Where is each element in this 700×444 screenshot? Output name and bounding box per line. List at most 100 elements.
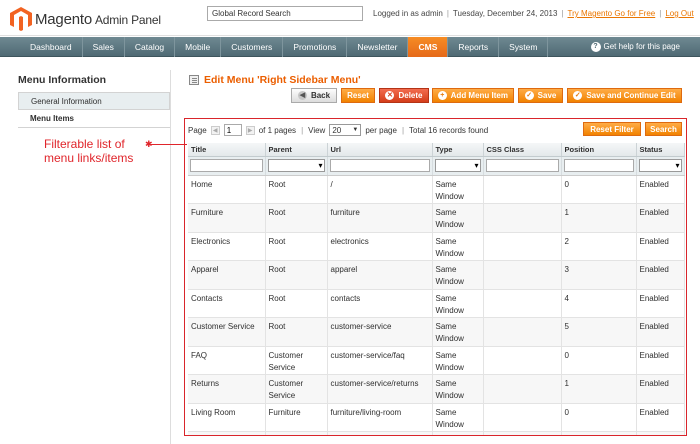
table-row[interactable]: Electronics Root electronics Same Window 2 En…	[188, 232, 685, 261]
cell-title: Electronics	[188, 232, 266, 261]
add-menu-item-label: Add Menu Item	[450, 91, 508, 100]
table-row[interactable]: Customer Service Root customer-service Same…	[188, 317, 685, 347]
column-header-title[interactable]: Title	[188, 143, 266, 157]
table-row[interactable]: Bed RoomFurniturefurniture/bed-roomSame …	[188, 431, 685, 435]
cell-type: Same Window	[432, 317, 484, 347]
help-link[interactable]: ? Get help for this page	[590, 37, 681, 57]
magento-logo[interactable]: Magento Admin Panel	[10, 6, 161, 32]
back-button[interactable]: ◀ Back	[291, 88, 337, 103]
cell-type: Same Window	[432, 203, 484, 233]
global-search-input[interactable]	[207, 6, 363, 21]
filter-css-class-input[interactable]	[485, 159, 559, 172]
cell-status: Enabled	[636, 289, 685, 318]
cell-parent: Root	[265, 317, 328, 347]
per-page-select[interactable]: 20 ▼	[329, 124, 362, 136]
cell-parent: Root	[265, 232, 328, 261]
page-title-text: Edit Menu 'Right Sidebar Menu'	[204, 74, 361, 86]
logged-in-text: Logged in as admin	[373, 9, 443, 18]
column-header-type[interactable]: Type	[432, 143, 484, 157]
nav-cms[interactable]: CMS	[408, 37, 449, 57]
page-number-input[interactable]	[223, 124, 242, 136]
cell-title: Customer Service	[188, 317, 266, 347]
search-button[interactable]: Search	[645, 122, 682, 136]
table-row[interactable]: FAQ Customer Service customer-service/faq S…	[188, 346, 685, 375]
chevron-down-icon: ▼	[352, 127, 359, 133]
cell-position: 0	[561, 175, 637, 204]
cell-position: 1	[561, 374, 637, 404]
reset-filter-button[interactable]: Reset Filter	[583, 122, 641, 136]
nav-newsletter[interactable]: Newsletter	[347, 37, 409, 57]
nav-mobile[interactable]: Mobile	[175, 37, 222, 57]
help-label: Get help for this page	[603, 42, 681, 51]
cell-parent: Root	[265, 203, 328, 233]
table-row[interactable]: Returns Customer Service customer-service/…	[188, 374, 685, 404]
cell-type: Same Window	[432, 289, 484, 318]
cell-status: Enabled	[636, 374, 685, 404]
nav-reports[interactable]: Reports	[448, 37, 500, 57]
save-continue-label: Save and Continue Edit	[586, 91, 676, 100]
cell-parent: Customer Service	[265, 346, 328, 375]
per-page-text: per page	[365, 125, 397, 135]
add-icon: +	[438, 91, 447, 100]
logo-text: Magento Admin Panel	[35, 10, 161, 28]
nav-sales[interactable]: Sales	[83, 37, 125, 57]
cell-title: FAQ	[188, 346, 266, 375]
save-continue-check-icon: ✓	[573, 91, 583, 100]
cell-title: Contacts	[188, 289, 266, 318]
delete-button[interactable]: ✕ Delete	[379, 88, 429, 103]
cell-css	[483, 289, 562, 318]
table-row[interactable]: Home Root / Same Window 0 Enabled	[188, 175, 685, 204]
nav-promotions[interactable]: Promotions	[283, 37, 348, 57]
logout-link[interactable]: Log Out	[665, 9, 693, 18]
cell-parent: Furniture	[265, 403, 328, 432]
save-button-label: Save	[537, 91, 557, 100]
table-row[interactable]: Apparel Root apparel Same Window 3 Enabled	[188, 260, 685, 290]
save-button[interactable]: ✓ Save	[518, 88, 563, 103]
cell-position: 4	[561, 289, 637, 318]
filter-title-input[interactable]	[190, 159, 263, 172]
nav-catalog[interactable]: Catalog	[125, 37, 176, 57]
add-menu-item-button[interactable]: + Add Menu Item	[432, 88, 514, 103]
column-header-position[interactable]: Position	[561, 143, 637, 157]
try-magento-go-link[interactable]: Try Magento Go for Free	[568, 9, 656, 18]
cell-css	[483, 317, 562, 347]
column-header-url[interactable]: Url	[327, 143, 433, 157]
table-row[interactable]: Furniture Root furniture Same Window 1 Enable…	[188, 203, 685, 233]
tab-menu-items[interactable]: Menu Items	[18, 110, 170, 128]
column-header-status[interactable]: Status	[636, 143, 685, 157]
page-title: Edit Menu 'Right Sidebar Menu'	[189, 74, 361, 86]
cell-css	[483, 203, 562, 233]
cell-css	[483, 232, 562, 261]
reset-button-label: Reset	[347, 91, 369, 100]
column-header-parent[interactable]: Parent	[265, 143, 328, 157]
cell-parent: Root	[265, 260, 328, 290]
cell-status: Enabled	[636, 431, 685, 435]
save-continue-button[interactable]: ✓ Save and Continue Edit	[567, 88, 682, 103]
cell-status: Enabled	[636, 317, 685, 347]
table-row[interactable]: Living Room Furniture furniture/living-roo…	[188, 403, 685, 432]
cell-url: furniture	[327, 203, 433, 233]
next-page-icon[interactable]: ▶	[245, 125, 255, 135]
nav-system[interactable]: System	[499, 37, 549, 57]
delete-icon: ✕	[385, 91, 395, 100]
column-header-css-class[interactable]: CSS Class	[483, 143, 562, 157]
page-label: Page	[188, 125, 207, 135]
sidebar-title: Menu Information	[18, 74, 107, 86]
cell-css	[483, 260, 562, 290]
cell-status: Enabled	[636, 403, 685, 432]
filter-status-select[interactable]	[638, 159, 682, 172]
nav-dashboard[interactable]: Dashboard	[0, 37, 83, 57]
tab-general-information[interactable]: General Information	[18, 92, 170, 110]
cell-status: Enabled	[636, 260, 685, 290]
cell-url: contacts	[327, 289, 433, 318]
table-row[interactable]: Contacts Root contacts Same Window 4 Enabled	[188, 289, 685, 318]
nav-customers[interactable]: Customers	[221, 37, 284, 57]
reset-button[interactable]: Reset	[341, 88, 375, 103]
cell-position: 2	[561, 431, 637, 435]
filter-type-select[interactable]	[434, 159, 481, 172]
cell-url: /	[327, 175, 433, 204]
filter-position-input[interactable]	[563, 159, 634, 172]
filter-url-input[interactable]	[329, 159, 430, 172]
filter-parent-select[interactable]	[267, 159, 325, 172]
prev-page-icon[interactable]: ◀	[210, 125, 220, 135]
